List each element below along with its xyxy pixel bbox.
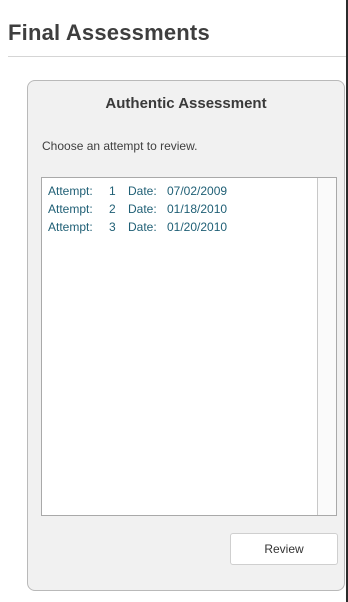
attempt-label: Attempt: (48, 202, 93, 216)
review-instruction: Choose an attempt to review. (42, 139, 198, 153)
assessment-panel: Authentic Assessment Choose an attempt t… (27, 80, 345, 591)
review-button[interactable]: Review (230, 533, 338, 565)
assessment-heading: Authentic Assessment (105, 95, 267, 112)
date-label: Date: (128, 220, 157, 234)
list-scrollbar[interactable] (317, 178, 336, 515)
attempt-number: 2 (109, 202, 116, 216)
attempt-label: Attempt: (48, 184, 93, 198)
title-divider (8, 56, 346, 57)
date-label: Date: (128, 184, 157, 198)
attempt-date: 07/02/2009 (167, 184, 228, 198)
date-label: Date: (128, 202, 157, 216)
attempt-list-item[interactable]: Attempt: 2 Date: 01/18/2010 (48, 200, 227, 218)
attempt-list-item[interactable]: Attempt: 1 Date: 07/02/2009 (48, 182, 227, 200)
attempt-date: 01/20/2010 (167, 220, 228, 234)
attempt-label: Attempt: (48, 220, 93, 234)
page-title: Final Assessments (8, 20, 210, 45)
attempt-number: 1 (109, 184, 116, 198)
attempt-date: 01/18/2010 (167, 202, 228, 216)
final-assessments-page: Final Assessments Authentic Assessment C… (0, 0, 348, 602)
attempt-list[interactable]: Attempt: 1 Date: 07/02/2009 Attempt: 2 Date: 0… (41, 177, 337, 516)
attempt-list-item[interactable]: Attempt: 3 Date: 01/20/2010 (48, 218, 227, 236)
attempt-number: 3 (109, 220, 116, 234)
